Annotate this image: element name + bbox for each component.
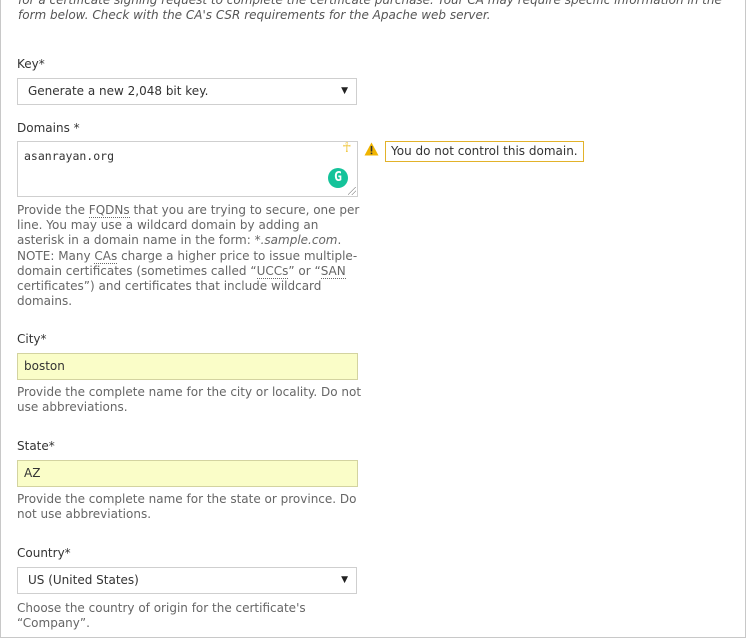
ucc-abbr: UCCs xyxy=(256,263,289,279)
state-help-text: Provide the complete name for the state … xyxy=(17,492,357,522)
state-label: State* xyxy=(17,439,55,453)
state-input[interactable]: AZ xyxy=(17,460,358,487)
cas-abbr: CAs xyxy=(94,248,118,264)
resize-handle-icon[interactable] xyxy=(348,187,356,195)
intro-line-2: form below. Check with the CA's CSR requ… xyxy=(18,8,491,22)
domains-value: asanrayan.org xyxy=(24,149,115,163)
wildcard-example: *.sample.com xyxy=(254,233,338,248)
city-value: boston xyxy=(24,359,65,373)
domains-textarea[interactable]: asanrayan.org ☥ G xyxy=(17,140,358,197)
form-panel: for a certificate signing request to com… xyxy=(0,0,746,638)
key-select-value: Generate a new 2,048 bit key. xyxy=(28,84,209,98)
help-text-part: ” or “ xyxy=(288,263,321,278)
caret-down-icon: ▼ xyxy=(341,575,348,585)
country-help-text: Choose the country of origin for the cer… xyxy=(17,601,306,631)
help-text-part: certificates”) and certificates that inc… xyxy=(17,279,322,309)
city-input[interactable]: boston xyxy=(17,353,358,380)
caret-down-icon: ▼ xyxy=(341,86,348,96)
key-select[interactable]: Generate a new 2,048 bit key. ▼ xyxy=(17,78,357,105)
country-select-value: US (United States) xyxy=(28,573,139,587)
san-abbr: SAN xyxy=(320,263,346,279)
city-help-text: Provide the complete name for the city o… xyxy=(17,385,362,415)
domains-help-text: Provide the FQDNs that you are trying to… xyxy=(17,203,362,309)
city-label: City* xyxy=(17,332,47,346)
intro-line-1: for a certificate signing request to com… xyxy=(18,0,722,7)
grammarly-icon[interactable]: G xyxy=(328,168,348,188)
warning-triangle-icon xyxy=(364,142,379,156)
domains-label: Domains * xyxy=(17,121,80,135)
ankh-icon: ☥ xyxy=(342,140,351,156)
country-label: Country* xyxy=(17,546,71,560)
country-select[interactable]: US (United States) ▼ xyxy=(17,567,357,594)
intro-text: for a certificate signing request to com… xyxy=(18,0,738,23)
domain-warning-message: You do not control this domain. xyxy=(385,141,584,162)
fqdn-abbr: FQDNs xyxy=(88,203,130,218)
state-value: AZ xyxy=(24,466,41,480)
help-text-part: Provide the xyxy=(17,203,89,217)
key-label: Key* xyxy=(17,57,45,71)
